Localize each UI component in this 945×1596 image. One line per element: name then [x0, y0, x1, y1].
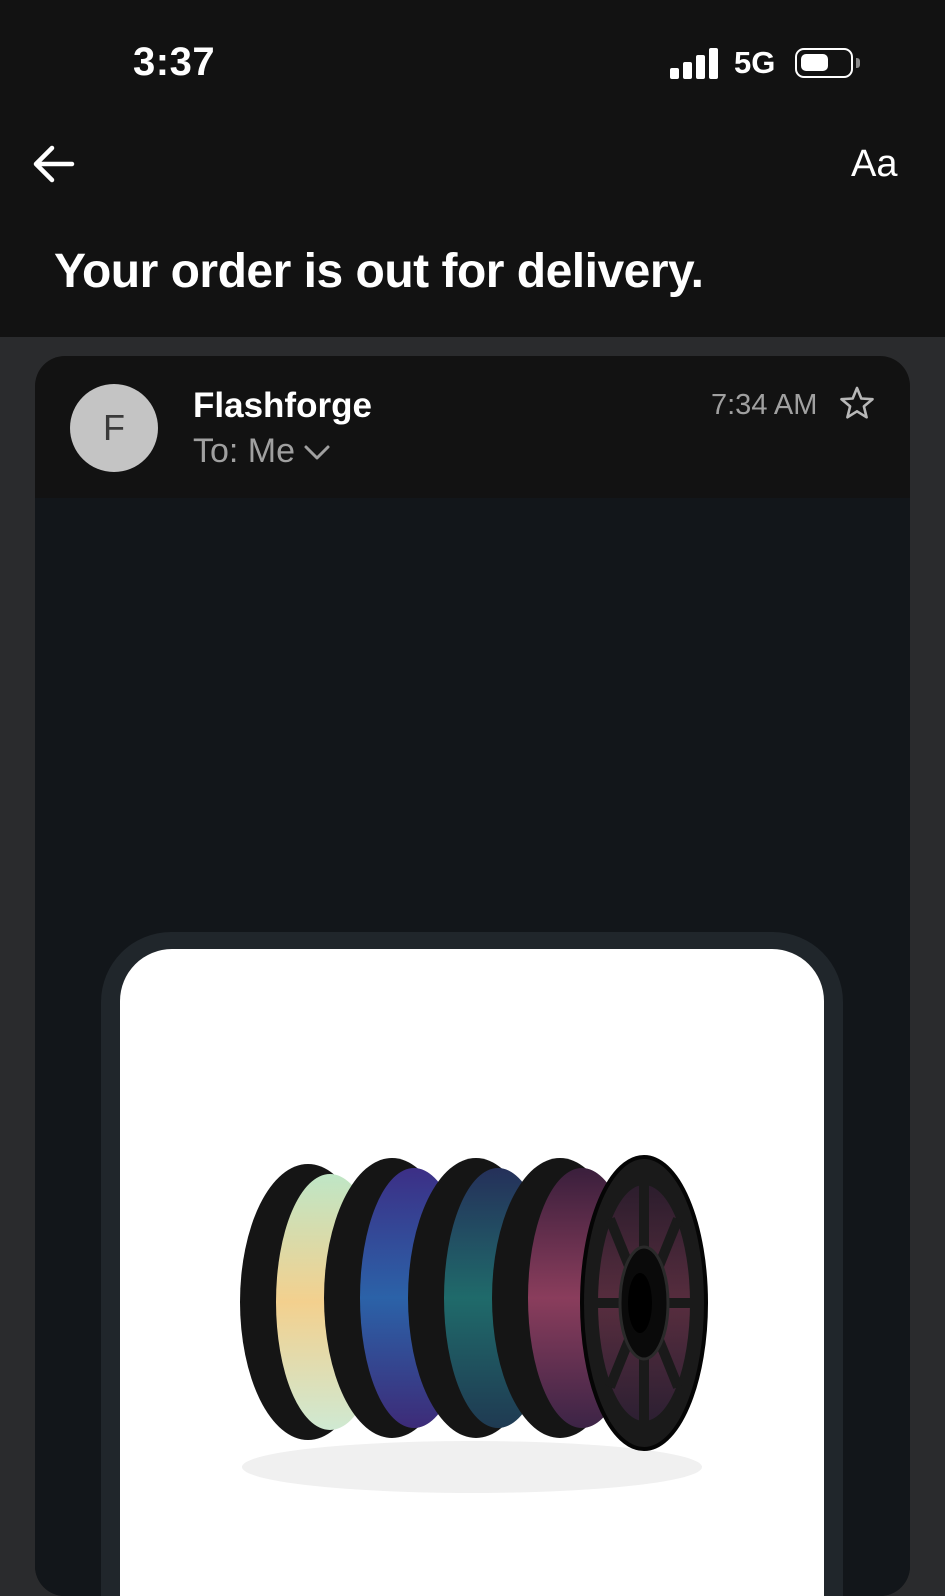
recipient-toggle[interactable]: To: Me: [193, 432, 331, 471]
status-time: 3:37: [133, 40, 216, 84]
back-button[interactable]: [30, 142, 78, 186]
network-type: 5G: [734, 45, 776, 80]
header: 3:37 5G Aa Your order is out for deliver…: [0, 0, 945, 337]
filament-spools-image: [240, 1155, 708, 1493]
recipient-label: To: Me: [193, 432, 296, 470]
signal-bars-icon: [670, 47, 720, 79]
chevron-down-icon: [304, 445, 330, 460]
email-card: F Flashforge To: Me 7:34 AM: [35, 356, 910, 1596]
product-card[interactable]: [101, 932, 843, 1596]
sender-name[interactable]: Flashforge: [193, 386, 372, 426]
email-time: 7:34 AM: [711, 389, 818, 421]
product-image[interactable]: [120, 949, 824, 1596]
text-size-button[interactable]: Aa: [851, 143, 897, 186]
star-outline-icon[interactable]: [838, 385, 876, 423]
back-arrow-icon: [33, 145, 75, 183]
avatar[interactable]: F: [70, 384, 158, 472]
battery-icon: [795, 48, 860, 78]
email-body: [35, 498, 910, 1596]
email-subject: Your order is out for delivery.: [54, 245, 704, 298]
